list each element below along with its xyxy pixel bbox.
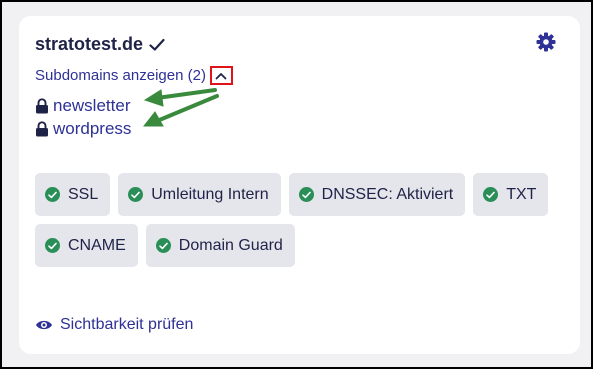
- check-circle-icon: [483, 187, 499, 202]
- highlight-box: [209, 66, 233, 85]
- check-circle-icon: [298, 187, 314, 202]
- badge-txt: TXT: [473, 173, 549, 216]
- badge-cname: CNAME: [35, 224, 138, 267]
- subdomains-toggle-label: Subdomains anzeigen (2): [35, 67, 206, 84]
- domain-name: stratotest.de: [35, 34, 144, 54]
- check-circle-icon: [128, 187, 144, 202]
- visibility-label: Sichtbarkeit prüfen: [60, 316, 194, 333]
- subdomains-toggle[interactable]: Subdomains anzeigen (2): [35, 66, 233, 85]
- subdomain-item-wordpress[interactable]: wordpress: [35, 117, 131, 140]
- domain-header: stratotest.de: [35, 34, 165, 55]
- badge-label: CNAME: [68, 236, 126, 254]
- badge-dnssec: DNSSEC: Aktiviert: [288, 173, 466, 216]
- eye-icon: [35, 319, 53, 331]
- badge-umleitung-intern: Umleitung Intern: [118, 173, 281, 216]
- badge-label: Domain Guard: [178, 236, 283, 254]
- badge-label: SSL: [68, 185, 99, 203]
- chevron-up-icon[interactable]: [215, 72, 227, 80]
- lock-icon: [35, 97, 49, 114]
- badge-label: Umleitung Intern: [151, 185, 269, 203]
- screenshot-frame: stratotest.de Subdomains anzeigen (2) ne…: [0, 0, 593, 369]
- subdomain-label: wordpress: [53, 118, 132, 138]
- feature-badges: SSL Umleitung Intern DNSSEC: Aktiviert T…: [35, 173, 555, 267]
- check-circle-icon: [45, 187, 60, 202]
- check-circle-icon: [45, 238, 60, 253]
- badge-domain-guard: Domain Guard: [145, 224, 295, 267]
- annotation-arrows: [142, 88, 219, 127]
- check-circle-icon: [155, 238, 171, 253]
- domain-card: stratotest.de Subdomains anzeigen (2) ne…: [19, 16, 580, 354]
- badge-label: TXT: [506, 185, 537, 203]
- check-icon: [149, 38, 165, 52]
- subdomain-item-newsletter[interactable]: newsletter: [35, 94, 131, 117]
- lock-icon: [35, 120, 49, 137]
- subdomain-label: newsletter: [53, 95, 131, 115]
- badge-ssl: SSL: [35, 173, 111, 216]
- subdomain-list: newsletter wordpress: [35, 94, 131, 140]
- visibility-check-link[interactable]: Sichtbarkeit prüfen: [35, 316, 193, 334]
- gear-icon[interactable]: [536, 32, 556, 52]
- badge-label: DNSSEC: Aktiviert: [321, 185, 454, 203]
